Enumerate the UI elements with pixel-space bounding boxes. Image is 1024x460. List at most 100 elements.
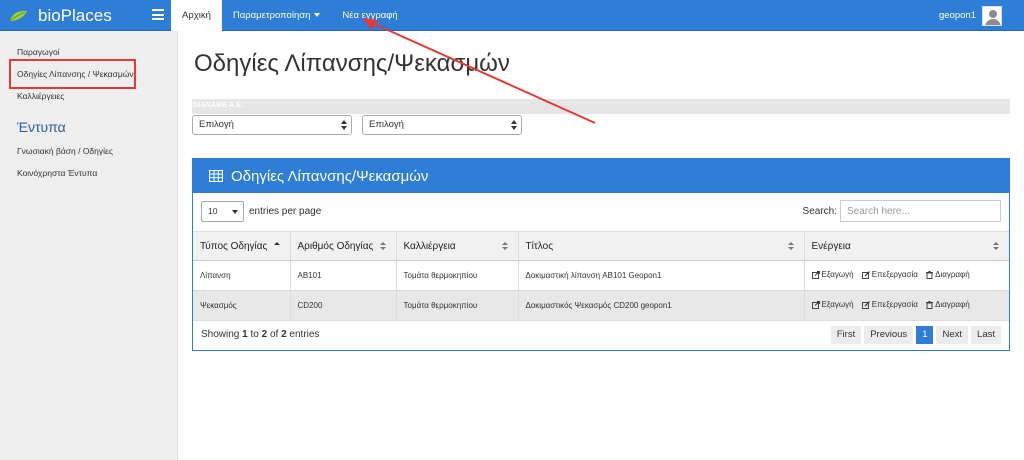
tab-settings[interactable]: Παραμετροποίηση <box>222 0 332 31</box>
tab-settings-label: Παραμετροποίηση <box>232 10 311 21</box>
cell-actions: Εξαγωγή Επεξεργασία Διαγραφή <box>804 290 1009 321</box>
sidebar-item-crops[interactable]: Καλλιέργειες <box>17 91 64 101</box>
edit-icon <box>861 270 870 279</box>
top-navbar: bioPlaces Αρχική Παραμετροποίηση Νέα εγγ… <box>0 0 1024 31</box>
column-header-number[interactable]: Αριθμός Οδηγίας <box>290 231 397 261</box>
sidebar-item-producers[interactable]: Παραγωγοί <box>17 47 60 57</box>
table-row: Λίπανση AB101 Τομάτα θερμοκηπίου Δοκιμασ… <box>193 260 1009 291</box>
brand[interactable]: bioPlaces <box>8 0 112 31</box>
column-header-label: Αριθμός Οδηγίας <box>297 240 374 252</box>
export-label: Εξαγωγή <box>821 300 854 310</box>
pagination-page-1[interactable]: 1 <box>916 326 934 344</box>
leaf-icon <box>9 10 27 21</box>
tab-new-entry-label: Νέα εγγραφή <box>342 10 398 21</box>
sidebar: Παραγωγοί Οδηγίες Λίπανσης / Ψεκασμών Κα… <box>0 31 178 460</box>
sidebar-item-shared-forms[interactable]: Κοινόχρηστα Έντυπα <box>17 168 97 178</box>
column-header-action[interactable]: Ενέργεια <box>804 231 1009 261</box>
app-name: bioPlaces <box>38 5 112 25</box>
table-icon <box>209 170 223 182</box>
sort-icon <box>993 242 1000 252</box>
company-label: DIANAME A.E. <box>193 102 244 109</box>
edit-label: Επεξεργασία <box>871 270 918 280</box>
page-length-control: 10 entries per page <box>201 201 321 222</box>
company-bar: DIANAME A.E. <box>192 99 1010 114</box>
filter-select-2[interactable]: Επιλογή <box>362 115 522 135</box>
sort-icon <box>273 242 281 252</box>
tab-new-entry[interactable]: Νέα εγγραφή <box>331 0 408 31</box>
caret-down-icon <box>232 210 238 214</box>
pagination-previous[interactable]: Previous <box>864 326 914 344</box>
main-nav: Αρχική Παραμετροποίηση Νέα εγγραφή <box>171 0 409 31</box>
page-length-select[interactable]: 10 <box>201 201 244 222</box>
instructions-panel: Οδηγίες Λίπανσης/Ψεκασμών 10 entries per… <box>192 158 1010 351</box>
column-header-title[interactable]: Τίτλος <box>518 231 805 261</box>
edit-label: Επεξεργασία <box>871 300 918 310</box>
edit-icon <box>861 300 870 309</box>
pagination-last[interactable]: Last <box>971 326 1001 344</box>
info-to: 2 <box>261 329 268 340</box>
column-header-type[interactable]: Τύπος Οδηγίας <box>193 231 291 261</box>
cell-type: Λίπανση <box>193 260 291 291</box>
info-from: 1 <box>242 329 248 340</box>
page-title: Οδηγίες Λίπανσης/Ψεκασμών <box>194 50 510 77</box>
column-header-label: Τύπος Οδηγίας <box>200 240 268 252</box>
sidebar-item-knowledge-base[interactable]: Γνωσιακή βάση / Οδηγίες <box>17 146 113 156</box>
column-header-label: Καλλιέργεια <box>403 240 456 252</box>
delete-label: Διαγραφή <box>935 300 970 310</box>
tab-home-label: Αρχική <box>182 10 211 21</box>
avatar[interactable] <box>982 5 1002 26</box>
tab-home[interactable]: Αρχική <box>171 0 222 31</box>
cell-number: AB101 <box>290 260 397 291</box>
info-to-word: to <box>250 329 259 340</box>
table-info: Showing 1 to 2 of 2 entries <box>201 329 319 340</box>
pagination-next[interactable]: Next <box>936 326 969 344</box>
table-search: Search: <box>803 200 1001 222</box>
select-arrows-icon <box>511 119 517 131</box>
cell-title: Δοκιμαστική λίπανση AB101 Geopon1 <box>518 260 805 291</box>
cell-number: CD200 <box>290 290 397 321</box>
pagination: First Previous 1 Next Last <box>828 326 1001 344</box>
cell-crop: Τομάτα θερμοκηπίου <box>396 290 519 321</box>
sort-icon <box>787 242 795 252</box>
select-arrows-icon <box>341 119 347 131</box>
edit-button[interactable]: Επεξεργασία <box>861 270 918 280</box>
page-length-value: 10 <box>208 206 218 216</box>
edit-button[interactable]: Επεξεργασία <box>861 300 918 310</box>
cell-type: Ψεκασμός <box>193 290 291 321</box>
page-length-label: entries per page <box>249 206 322 217</box>
username: geopon1 <box>939 10 976 21</box>
filter-select-1[interactable]: Επιλογή <box>192 115 352 135</box>
info-total: 2 <box>281 329 287 340</box>
search-input[interactable] <box>840 200 1001 222</box>
info-prefix: Showing <box>201 329 240 340</box>
export-button[interactable]: Εξαγωγή <box>811 300 854 310</box>
trash-icon <box>926 300 934 309</box>
cell-title: Δοκιμαστικός Ψεκασμός CD200 geopon1 <box>518 290 805 321</box>
user-menu[interactable]: geopon1 <box>939 0 1002 31</box>
panel-title: Οδηγίες Λίπανσης/Ψεκασμών <box>231 167 429 185</box>
column-header-label: Ενέργεια <box>811 240 851 252</box>
pagination-first[interactable]: First <box>830 326 862 344</box>
caret-down-icon <box>314 13 321 18</box>
cell-crop: Τομάτα θερμοκηπίου <box>396 260 519 291</box>
info-suffix: entries <box>289 329 320 340</box>
delete-button[interactable]: Διαγραφή <box>926 300 970 309</box>
sort-icon <box>379 242 387 252</box>
info-of-word: of <box>269 329 279 340</box>
export-icon <box>811 270 820 279</box>
sidebar-section-title: Έντυπα <box>17 119 66 135</box>
hamburger-icon[interactable] <box>152 9 164 21</box>
sort-icon <box>501 242 509 252</box>
export-label: Εξαγωγή <box>821 270 854 280</box>
search-label: Search: <box>802 205 837 217</box>
filter-select-2-value: Επιλογή <box>369 119 404 130</box>
export-button[interactable]: Εξαγωγή <box>811 270 854 280</box>
trash-icon <box>926 270 934 279</box>
delete-button[interactable]: Διαγραφή <box>926 270 970 279</box>
column-header-crop[interactable]: Καλλιέργεια <box>396 231 519 261</box>
filter-select-1-value: Επιλογή <box>199 119 234 130</box>
column-header-label: Τίτλος <box>525 240 554 252</box>
table-header-row: Τύπος Οδηγίας Αριθμός Οδηγίας Καλλιέργει… <box>193 231 1009 261</box>
annotation-highlight-box <box>9 59 136 89</box>
export-icon <box>811 300 820 309</box>
